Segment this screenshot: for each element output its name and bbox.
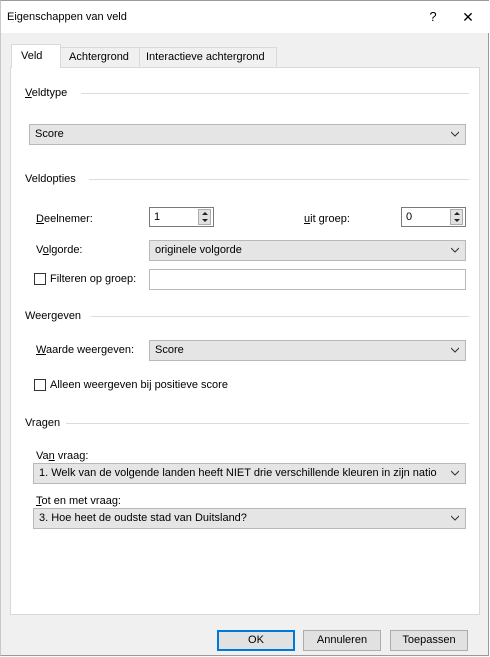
window-title: Eigenschappen van veld (7, 11, 127, 23)
deelnemer-value: 1 (154, 211, 161, 223)
tab-interactieve-achtergrond[interactable]: Interactieve achtergrond (139, 47, 277, 66)
tot-vraag-select[interactable]: 3. Hoe heet de oudste stad van Duitsland… (33, 508, 466, 529)
positief-label: Alleen weergeven bij positieve score (50, 379, 228, 391)
waarde-label: Waarde weergeven: (36, 344, 134, 356)
label-text: eelnemer: (43, 213, 93, 225)
waarde-value: Score (155, 344, 184, 356)
chevron-down-icon (451, 247, 459, 253)
uitgroep-value: 0 (406, 211, 413, 223)
divider (66, 423, 469, 424)
divider (91, 316, 469, 317)
spin-buttons[interactable] (450, 209, 463, 225)
arrow-up-icon (454, 212, 460, 215)
label-text: eldtype (31, 87, 68, 99)
van-vraag-label: Van vraag: (36, 450, 88, 462)
title-bar: Eigenschappen van veld ? ✕ (1, 1, 489, 33)
properties-dialog: Eigenschappen van veld ? ✕ Veld Achtergr… (0, 0, 489, 656)
veldtype-select[interactable]: Score (29, 124, 466, 145)
filteren-checkbox[interactable] (34, 273, 46, 285)
mnemonic: V (25, 87, 32, 99)
deelnemer-label: Deelnemer: (36, 213, 93, 225)
help-button[interactable]: ? (421, 7, 445, 27)
deelnemer-stepper[interactable]: 1 (149, 207, 214, 227)
tab-panel-veld: Veldtype Score Veldopties Deelnemer: 1 u… (10, 67, 480, 615)
tab-label: Achtergrond (69, 51, 129, 63)
label-text: it groep: (310, 213, 350, 225)
close-button[interactable]: ✕ (456, 7, 480, 27)
section-weergeven-title: Weergeven (25, 310, 82, 322)
filteren-label: Filteren op groep: (50, 273, 137, 285)
ok-button[interactable]: OK (217, 630, 295, 651)
van-vraag-value: 1. Welk van de volgende landen heeft NIE… (39, 467, 437, 479)
chevron-down-icon (451, 469, 459, 477)
van-vraag-select[interactable]: 1. Welk van de volgende landen heeft NIE… (33, 463, 466, 484)
tab-veld[interactable]: Veld (11, 44, 61, 68)
tab-achtergrond[interactable]: Achtergrond (60, 47, 140, 66)
volgorde-label: Volgorde: (36, 244, 83, 256)
volgorde-value: originele volgorde (155, 244, 242, 256)
waarde-select[interactable]: Score (149, 340, 466, 361)
tab-label: Veld (21, 50, 43, 62)
mnemonic: W (36, 344, 46, 356)
label-text: V (36, 244, 43, 256)
chevron-down-icon (451, 347, 459, 353)
divider (81, 93, 469, 94)
mnemonic: D (36, 213, 44, 225)
cancel-button[interactable]: Annuleren (303, 630, 381, 651)
label-text: vraag: (54, 450, 89, 462)
label-text: lgorde: (48, 244, 83, 256)
chevron-down-icon (451, 131, 459, 137)
apply-button[interactable]: Toepassen (390, 630, 468, 651)
spin-buttons[interactable] (198, 209, 211, 225)
tot-vraag-value: 3. Hoe heet de oudste stad van Duitsland… (39, 512, 247, 524)
section-vragen-title: Vragen (25, 417, 61, 429)
veldtype-value: Score (35, 128, 64, 140)
label-text: Va (36, 450, 49, 462)
tot-vraag-label: Tot en met vraag: (36, 495, 121, 507)
arrow-up-icon (202, 212, 208, 215)
arrow-down-icon (202, 219, 208, 222)
arrow-down-icon (454, 219, 460, 222)
filteren-input[interactable] (149, 269, 466, 290)
section-veldtype-title: Veldtype (25, 87, 67, 99)
positief-checkbox[interactable] (34, 379, 46, 391)
label-text: ot en met vraag: (41, 495, 122, 507)
volgorde-select[interactable]: originele volgorde (149, 240, 466, 261)
tab-label: Interactieve achtergrond (146, 51, 265, 63)
divider (89, 179, 469, 180)
section-veldopties-title: Veldopties (25, 173, 76, 185)
uitgroep-label: uit groep: (304, 213, 350, 225)
label-text: aarde weergeven: (45, 344, 135, 356)
uitgroep-stepper[interactable]: 0 (401, 207, 466, 227)
chevron-down-icon (451, 515, 459, 521)
